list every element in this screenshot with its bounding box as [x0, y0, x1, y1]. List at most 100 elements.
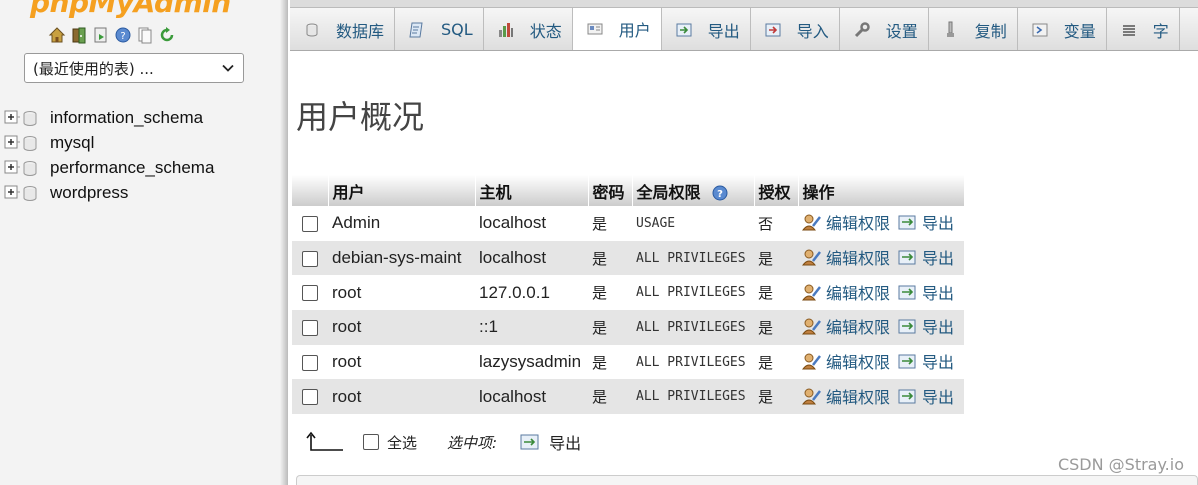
tab-settings[interactable]: 设置	[840, 8, 929, 50]
edit-privileges-link[interactable]: 编辑权限	[802, 210, 890, 234]
cell-password: 是	[588, 240, 632, 276]
expand-icon[interactable]	[2, 105, 20, 130]
cell-grant: 否	[754, 206, 798, 241]
cell-host: lazysysadmin	[475, 344, 588, 380]
export-icon	[898, 317, 918, 335]
expand-icon[interactable]	[2, 180, 20, 205]
export-user-link[interactable]: 导出	[898, 384, 954, 408]
home-icon[interactable]	[48, 25, 66, 45]
header-host[interactable]: 主机	[475, 175, 589, 206]
row-checkbox-cell	[292, 240, 328, 276]
export-user-link[interactable]: 导出	[898, 314, 954, 338]
export-user-link[interactable]: 导出	[898, 245, 954, 269]
expand-icon[interactable]	[2, 155, 20, 180]
edit-privileges-link[interactable]: 编辑权限	[802, 280, 890, 304]
tab-variables[interactable]: 变量	[1018, 8, 1107, 50]
edit-privileges-label: 编辑权限	[826, 214, 891, 234]
tab-export[interactable]: 导出	[662, 8, 751, 50]
nav-resize-handle[interactable]	[280, 0, 288, 485]
user-accounts-table: 用户 主机 密码 全局权限 ? 授权 操作 Admin localhost 是 USA…	[292, 175, 965, 415]
table-row[interactable]: Admin localhost 是 USAGE 否 编辑权限 导出	[292, 206, 964, 241]
tab-label: 变量	[1063, 21, 1096, 41]
tab-charsets[interactable]: 字	[1107, 8, 1180, 50]
export-user-link[interactable]: 导出	[898, 349, 954, 373]
export-icon	[898, 248, 918, 266]
tab-label: 字	[1152, 21, 1169, 41]
table-row[interactable]: root 127.0.0.1 是 ALL PRIVILEGES 是编辑权限 导出	[292, 275, 964, 311]
edit-privileges-link[interactable]: 编辑权限	[802, 314, 890, 338]
header-checkbox-col	[292, 175, 329, 206]
export-user-label: 导出	[922, 283, 955, 303]
cell-host: localhost	[475, 206, 588, 241]
database-name: performance_schema	[50, 157, 215, 177]
table-row[interactable]: debian-sys-maint localhost 是 ALL PRIVILEGES…	[292, 240, 964, 276]
cell-password: 是	[588, 275, 632, 311]
watermark: CSDN @Stray.io	[1057, 455, 1184, 474]
chevron-down-icon	[222, 64, 234, 72]
tab-label: 复制	[974, 21, 1007, 41]
tab-databases[interactable]: 数据库	[290, 8, 396, 50]
edit-privileges-icon	[802, 387, 822, 405]
row-checkbox[interactable]	[302, 285, 318, 302]
row-checkbox[interactable]	[302, 215, 318, 232]
header-grant: 授权	[754, 175, 799, 206]
docs-icon[interactable]	[136, 25, 154, 45]
edit-privileges-label: 编辑权限	[826, 387, 891, 407]
tab-users[interactable]: 用户	[572, 8, 662, 50]
row-checkbox[interactable]	[302, 319, 318, 336]
export-user-label: 导出	[922, 387, 955, 407]
table-row[interactable]: root localhost 是 ALL PRIVILEGES 是编辑权限 导出	[292, 379, 964, 415]
row-checkbox[interactable]	[302, 250, 318, 267]
cell-user: Admin	[328, 206, 475, 241]
cell-grant: 是	[754, 310, 798, 345]
edit-privileges-icon	[802, 248, 822, 266]
database-tree: information_schema mysql performance_sch…	[0, 105, 214, 205]
tab-label: 设置	[885, 21, 918, 41]
edit-privileges-link[interactable]: 编辑权限	[802, 384, 890, 408]
expand-icon[interactable]	[2, 130, 20, 155]
recent-tables-value: (最近使用的表) ...	[33, 59, 154, 78]
tab-sql[interactable]: SQL	[395, 8, 484, 50]
cell-actions: 编辑权限 导出	[798, 275, 964, 311]
edit-privileges-link[interactable]: 编辑权限	[802, 349, 890, 373]
database-item[interactable]: information_schema	[0, 105, 214, 130]
nav-icon-bar: ?	[48, 25, 176, 45]
edit-privileges-link[interactable]: 编辑权限	[802, 245, 890, 269]
row-checkbox[interactable]	[302, 389, 318, 406]
edit-privileges-icon	[802, 213, 822, 231]
export-user-link[interactable]: 导出	[898, 280, 954, 304]
row-checkbox[interactable]	[302, 354, 318, 371]
exit-icon[interactable]	[70, 25, 88, 45]
select-all-label[interactable]: 全选	[387, 432, 417, 453]
export-selected-button[interactable]: 导出	[519, 430, 581, 454]
export-icon	[898, 283, 918, 301]
tab-status[interactable]: 状态	[484, 8, 573, 50]
cell-privileges: ALL PRIVILEGES	[632, 379, 754, 415]
database-item[interactable]: performance_schema	[0, 155, 214, 180]
header-action: 操作	[798, 175, 965, 206]
help-icon[interactable]: ?	[114, 25, 132, 45]
query-icon[interactable]	[92, 25, 110, 45]
tab-replication[interactable]: 复制	[929, 8, 1018, 50]
table-row[interactable]: root lazysysadmin 是 ALL PRIVILEGES 是编辑权限 导出	[292, 344, 964, 380]
database-item[interactable]: wordpress	[0, 180, 214, 205]
edit-privileges-label: 编辑权限	[826, 318, 891, 338]
tab-label: SQL	[441, 20, 473, 39]
import-icon	[763, 20, 783, 40]
database-item[interactable]: mysql	[0, 130, 214, 155]
reload-icon[interactable]	[158, 25, 176, 45]
database-icon	[20, 108, 40, 128]
cell-grant: 是	[754, 240, 798, 276]
status-icon	[496, 20, 516, 40]
recent-tables-select[interactable]: (最近使用的表) ...	[24, 53, 244, 83]
export-user-link[interactable]: 导出	[898, 210, 954, 234]
phpmyadmin-logo[interactable]: phpMyAdmin	[30, 0, 231, 19]
select-all-checkbox[interactable]	[363, 434, 379, 450]
tab-import[interactable]: 导入	[751, 8, 840, 50]
database-icon	[302, 20, 322, 40]
header-user[interactable]: 用户	[328, 175, 476, 206]
tab-label: 用户	[618, 21, 651, 40]
cell-password: 是	[588, 344, 632, 380]
help-icon[interactable]: ?	[712, 185, 728, 201]
table-row[interactable]: root::1 是 ALL PRIVILEGES 是编辑权限 导出	[292, 310, 964, 345]
